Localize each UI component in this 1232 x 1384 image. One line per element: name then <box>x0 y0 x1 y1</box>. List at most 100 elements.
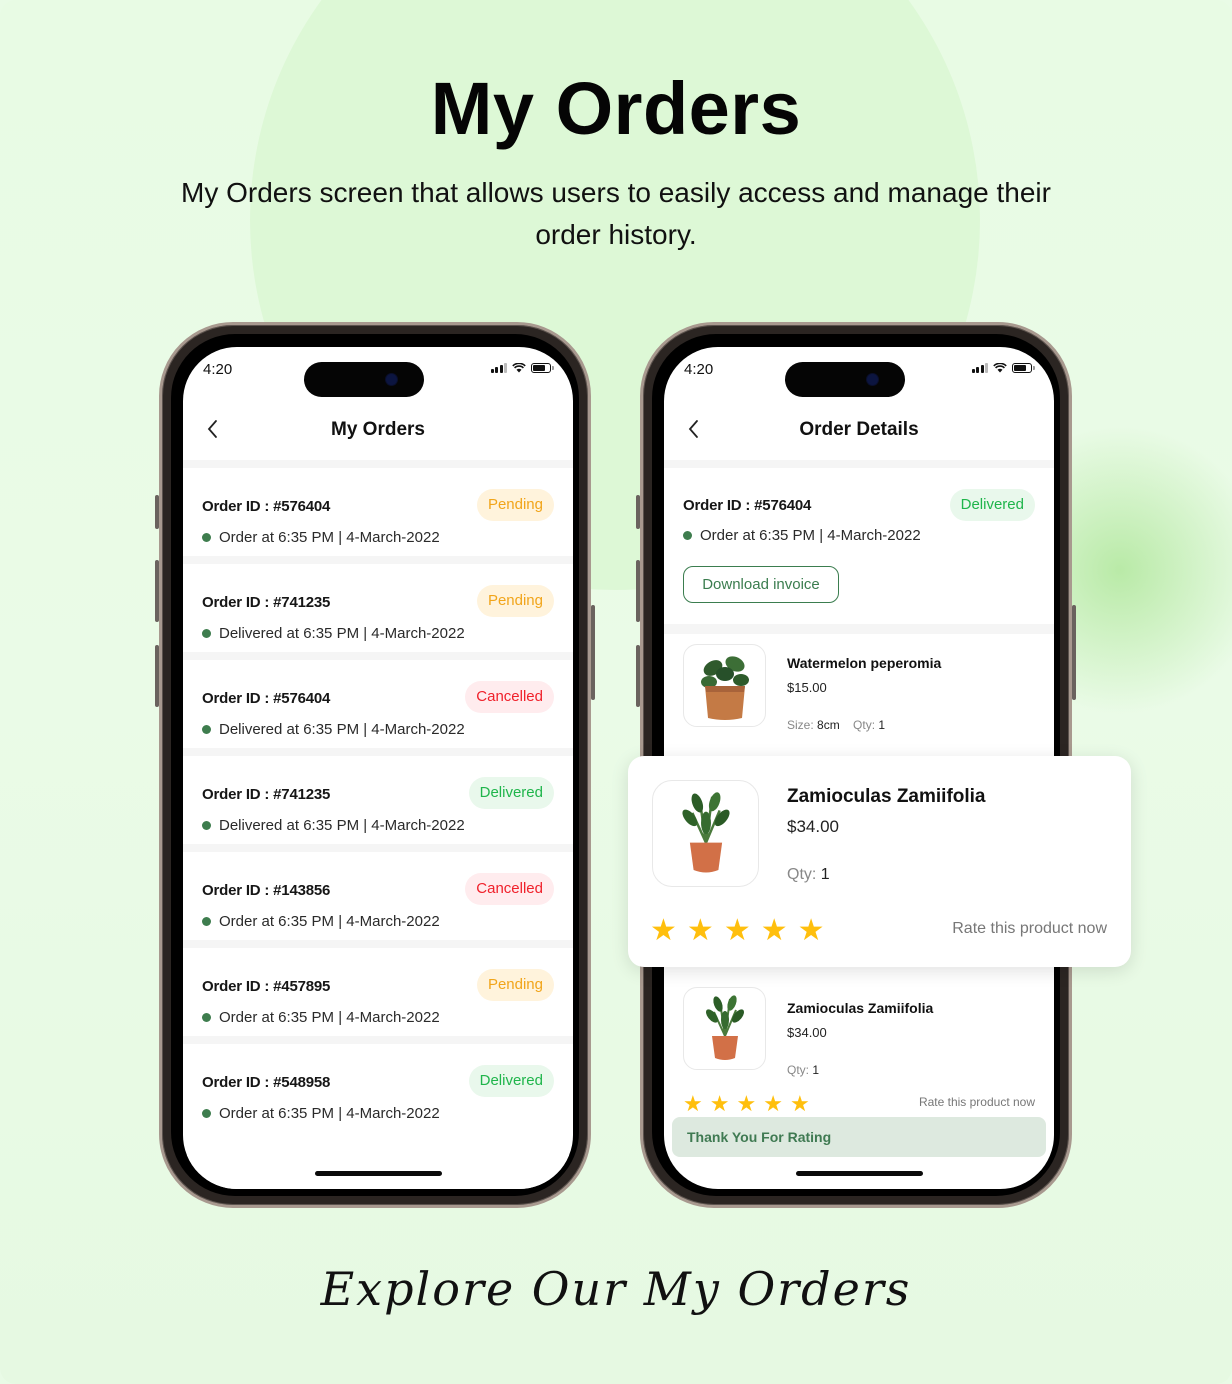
rating-stars[interactable]: ★ ★ ★ ★ ★ <box>650 916 825 946</box>
order-id: Order ID : #576404 <box>202 690 330 707</box>
download-invoice-button[interactable]: Download invoice <box>683 566 839 603</box>
order-id: Order ID : #143856 <box>202 882 330 899</box>
wifi-icon <box>512 363 526 373</box>
phone-my-orders: 4:20 My Orders Order ID : #576404 Pendin… <box>155 322 595 1208</box>
rate-product-link[interactable]: Rate this product now <box>952 920 1107 938</box>
volume-up-button <box>155 560 159 622</box>
order-id-label: Order ID : <box>202 594 270 611</box>
rating-toast: Thank You For Rating <box>672 1117 1046 1157</box>
order-id-label: Order ID : <box>683 497 751 514</box>
page-title: Order Details <box>799 419 919 440</box>
dynamic-island <box>785 362 905 397</box>
product-name: Zamioculas Zamiifolia <box>787 1000 934 1016</box>
product-thumbnail <box>683 987 766 1070</box>
hero-subtitle: My Orders screen that allows users to ea… <box>181 177 1051 250</box>
dynamic-island <box>304 362 424 397</box>
product-thumbnail <box>652 780 759 887</box>
order-meta-text: Order at 6:35 PM | 4-March-2022 <box>219 1105 440 1122</box>
star-icon[interactable]: ★ <box>710 1093 730 1115</box>
status-dot-icon <box>202 533 211 542</box>
order-row[interactable]: Order ID : #741235 Delivered Delivered a… <box>183 748 573 844</box>
status-icons <box>971 363 1035 373</box>
order-meta-text: Order at 6:35 PM | 4-March-2022 <box>219 913 440 930</box>
order-id-value: #576404 <box>273 498 331 515</box>
footer-tagline: Explore Our My Orders <box>320 1262 912 1316</box>
order-meta: Delivered at 6:35 PM | 4-March-2022 <box>202 817 465 834</box>
status-time: 4:20 <box>684 361 714 378</box>
star-icon[interactable]: ★ <box>798 916 825 946</box>
order-meta-text: Delivered at 6:35 PM | 4-March-2022 <box>219 817 465 834</box>
signal-icon <box>490 363 507 373</box>
star-icon[interactable]: ★ <box>687 916 714 946</box>
home-indicator[interactable] <box>315 1171 442 1176</box>
product-item[interactable]: Zamioculas Zamiifolia $34.00 Qty: 1 ★ ★ ★ ★… <box>664 977 1054 1127</box>
order-id-value: #457895 <box>273 978 331 995</box>
order-meta-text: Order at 6:35 PM | 4-March-2022 <box>219 1009 440 1026</box>
status-icons <box>490 363 554 373</box>
page-title: My Orders <box>331 419 425 440</box>
order-row[interactable]: Order ID : #576404 Pending Order at 6:35… <box>183 460 573 556</box>
size-value: 8cm <box>817 718 840 732</box>
order-id-label: Order ID : <box>202 882 270 899</box>
order-list: Order ID : #576404 Pending Order at 6:35… <box>183 460 573 1132</box>
qty-label: Qty: <box>787 1063 810 1077</box>
order-row[interactable]: Order ID : #143856 Cancelled Order at 6:… <box>183 844 573 940</box>
qty-label: Qty: <box>853 718 876 732</box>
status-badge: Cancelled <box>465 681 554 713</box>
potted-plant-icon <box>705 994 744 1060</box>
star-icon[interactable]: ★ <box>761 916 788 946</box>
order-id-value: #741235 <box>273 786 331 803</box>
order-id-label: Order ID : <box>202 498 270 515</box>
status-dot-icon <box>202 1013 211 1022</box>
rating-stars[interactable]: ★ ★ ★ ★ ★ <box>683 1093 810 1115</box>
size-label: Size: <box>787 718 814 732</box>
order-meta-text: Order at 6:35 PM | 4-March-2022 <box>219 529 440 546</box>
order-id-label: Order ID : <box>202 978 270 995</box>
home-indicator[interactable] <box>796 1171 923 1176</box>
order-id-value: #576404 <box>273 690 331 707</box>
status-badge: Cancelled <box>465 873 554 905</box>
order-id-value: #741235 <box>273 594 331 611</box>
order-id: Order ID : #548958 <box>202 1074 330 1091</box>
potted-plant-icon <box>681 791 730 872</box>
power-button <box>1072 605 1076 700</box>
camera-icon <box>386 374 397 385</box>
wifi-icon <box>993 363 1007 373</box>
order-row[interactable]: Order ID : #457895 Pending Order at 6:35… <box>183 940 573 1036</box>
status-badge: Delivered <box>468 1065 554 1097</box>
order-row[interactable]: Order ID : #741235 Pending Delivered at … <box>183 556 573 652</box>
star-icon[interactable]: ★ <box>724 916 751 946</box>
star-icon[interactable]: ★ <box>790 1093 810 1115</box>
volume-up-button <box>636 560 640 622</box>
star-icon[interactable]: ★ <box>683 1093 703 1115</box>
product-item[interactable]: Watermelon peperomia $15.00 Size: 8cm Qt… <box>664 624 1054 744</box>
star-icon[interactable]: ★ <box>650 916 677 946</box>
order-meta: Order at 6:35 PM | 4-March-2022 <box>202 529 440 546</box>
order-id-value: #143856 <box>273 882 331 899</box>
order-meta-text: Delivered at 6:35 PM | 4-March-2022 <box>219 721 465 738</box>
status-badge: Delivered <box>468 777 554 809</box>
signal-icon <box>971 363 988 373</box>
order-row[interactable]: Order ID : #576404 Cancelled Delivered a… <box>183 652 573 748</box>
nav-bar: My Orders <box>183 403 573 459</box>
product-meta: Size: 8cm Qty: 1 <box>787 718 885 732</box>
order-meta: Delivered at 6:35 PM | 4-March-2022 <box>202 721 465 738</box>
order-meta-text: Order at 6:35 PM | 4-March-2022 <box>700 527 921 544</box>
action-button <box>155 495 159 529</box>
star-icon[interactable]: ★ <box>736 1093 756 1115</box>
hero-title: My Orders <box>430 67 802 150</box>
nav-bar: Order Details <box>664 403 1054 459</box>
qty-value: 1 <box>812 1063 820 1077</box>
order-row[interactable]: Order ID : #548958 Delivered Order at 6:… <box>183 1036 573 1132</box>
rate-product-link[interactable]: Rate this product now <box>919 1095 1035 1109</box>
status-badge: Delivered <box>949 489 1035 521</box>
order-id: Order ID : #457895 <box>202 978 330 995</box>
volume-down-button <box>155 645 159 707</box>
order-id: Order ID : #576404 <box>202 498 330 515</box>
battery-icon <box>1012 363 1035 373</box>
camera-icon <box>867 374 878 385</box>
order-meta: Delivered at 6:35 PM | 4-March-2022 <box>202 625 465 642</box>
order-meta: Order at 6:35 PM | 4-March-2022 <box>202 913 440 930</box>
qty-value: 1 <box>820 866 830 883</box>
star-icon[interactable]: ★ <box>763 1093 783 1115</box>
